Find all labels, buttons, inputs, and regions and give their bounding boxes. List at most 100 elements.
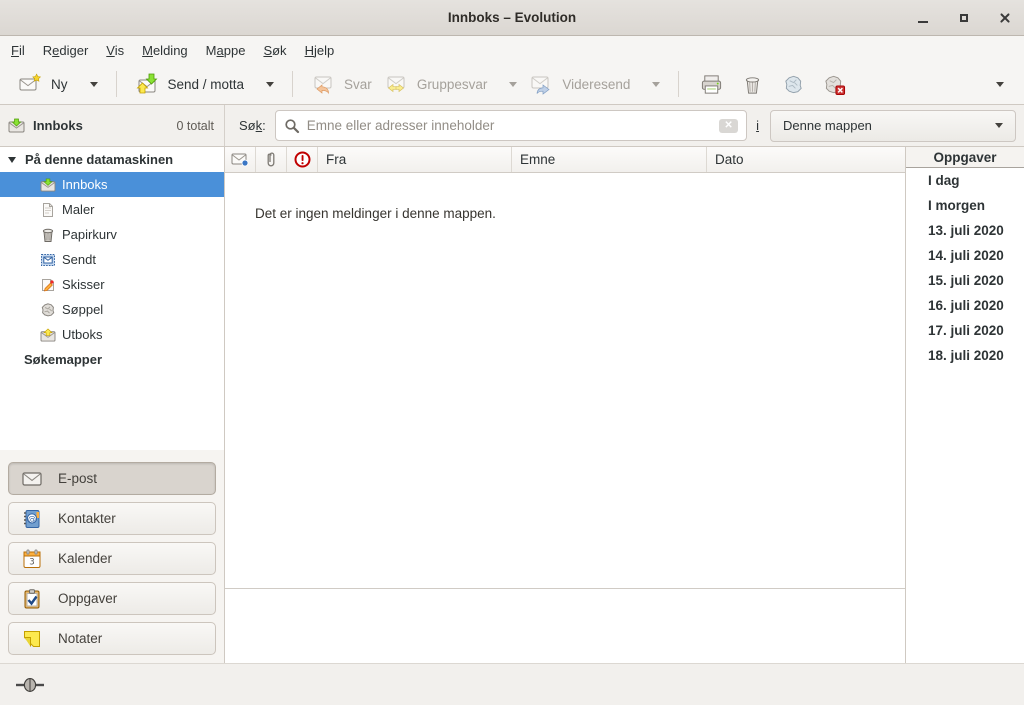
task-group-date[interactable]: 16. juli 2020: [906, 293, 1024, 318]
current-folder-info: Innboks 0 totalt: [0, 105, 225, 146]
menu-fil[interactable]: Fil: [2, 38, 34, 63]
task-group-today[interactable]: I dag: [906, 168, 1024, 193]
menu-sok[interactable]: Søk: [254, 38, 295, 63]
send-receive-icon: [135, 72, 159, 96]
evolution-window: Innboks – Evolution Fil Rediger Vis Meld…: [0, 0, 1024, 705]
switcher-calendar-button[interactable]: 3 Kalender: [8, 542, 216, 575]
online-status-plug-icon[interactable]: [15, 677, 45, 693]
task-group-date[interactable]: 13. juli 2020: [906, 218, 1024, 243]
task-group-date[interactable]: 15. juli 2020: [906, 268, 1024, 293]
contacts-icon: @: [21, 508, 43, 530]
folder-papirkurv[interactable]: Papirkurv: [0, 222, 224, 247]
inbox-icon: [40, 178, 56, 192]
search-input[interactable]: [307, 118, 712, 133]
current-folder-name: Innboks: [33, 118, 83, 133]
task-group-date[interactable]: 18. juli 2020: [906, 343, 1024, 368]
window-controls: [916, 0, 1012, 35]
attachment-icon: [265, 151, 277, 168]
scope-combo-arrow: [995, 123, 1003, 128]
minimize-button[interactable]: [916, 11, 930, 25]
column-fra[interactable]: Fra: [318, 147, 512, 172]
folder-tree: På denne datamaskinen Innboks: [0, 147, 224, 450]
wastebasket-icon: [40, 227, 56, 243]
titlebar: Innboks – Evolution: [0, 0, 1024, 36]
search-scope-label: i: [756, 118, 759, 133]
account-group-on-this-computer[interactable]: På denne datamaskinen: [0, 147, 224, 172]
switcher-mail-button[interactable]: E-post: [8, 462, 216, 495]
column-priority[interactable]: [287, 147, 318, 172]
print-button[interactable]: [691, 69, 732, 100]
templates-icon: [40, 202, 56, 218]
delete-button[interactable]: [732, 69, 773, 100]
menu-vis[interactable]: Vis: [97, 38, 133, 63]
task-group-date[interactable]: 17. juli 2020: [906, 318, 1024, 343]
menu-melding[interactable]: Melding: [133, 38, 197, 63]
expander-icon[interactable]: [8, 157, 16, 163]
folder-maler[interactable]: Maler: [0, 197, 224, 222]
sent-icon: [40, 252, 56, 268]
new-message-icon: [18, 72, 42, 96]
junk-icon: [782, 73, 805, 96]
junk-button[interactable]: [773, 69, 814, 100]
menu-rediger[interactable]: Rediger: [34, 38, 98, 63]
folder-sendt[interactable]: Sendt: [0, 247, 224, 272]
column-attachment[interactable]: [256, 147, 287, 172]
send-receive-dropdown-arrow[interactable]: [266, 82, 274, 87]
search-scope-combo[interactable]: Denne mappen: [770, 110, 1016, 142]
maximize-button[interactable]: [957, 11, 971, 25]
folder-innboks[interactable]: Innboks: [0, 172, 224, 197]
folder-skisser[interactable]: Skisser: [0, 272, 224, 297]
task-group-date[interactable]: 14. juli 2020: [906, 243, 1024, 268]
junk-folder-icon: [40, 302, 56, 318]
switcher-tasks-button[interactable]: Oppgaver: [8, 582, 216, 615]
calendar-icon: 3: [21, 548, 43, 570]
tasks-panel-title[interactable]: Oppgaver: [906, 147, 1024, 168]
toolbar: Ny Send / motta: [0, 64, 1024, 105]
folder-utboks[interactable]: Utboks: [0, 322, 224, 347]
preview-pane[interactable]: [225, 588, 905, 663]
message-list-pane: Fra Emne Dato Det er ingen meldinger i d…: [225, 147, 906, 663]
new-message-button[interactable]: Ny: [12, 69, 104, 99]
search-label: Søk:: [239, 118, 266, 133]
column-emne[interactable]: Emne: [512, 147, 707, 172]
mail-icon: [21, 468, 43, 490]
window-title: Innboks – Evolution: [448, 10, 576, 25]
message-list-body[interactable]: Det er ingen meldinger i denne mappen.: [225, 173, 905, 588]
inbox-icon: [8, 118, 25, 133]
outbox-icon: [40, 328, 56, 342]
forward-dropdown-arrow[interactable]: [652, 82, 660, 87]
message-list-header: Fra Emne Dato: [225, 147, 905, 173]
folder-soppel[interactable]: Søppel: [0, 297, 224, 322]
priority-icon: [294, 151, 311, 168]
not-junk-button[interactable]: [814, 69, 855, 100]
menu-hjelp[interactable]: Hjelp: [296, 38, 344, 63]
group-reply-dropdown-arrow[interactable]: [509, 82, 517, 87]
reply-button[interactable]: Svar: [305, 69, 378, 99]
print-icon: [700, 73, 723, 96]
column-dato[interactable]: Dato: [707, 147, 905, 172]
send-receive-button[interactable]: Send / motta: [129, 69, 281, 99]
toolbar-separator: [292, 71, 293, 97]
toolbar-overflow-arrow[interactable]: [996, 82, 1004, 87]
menu-mappe[interactable]: Mappe: [197, 38, 255, 63]
clear-search-icon[interactable]: ✕: [719, 119, 738, 133]
column-read-status[interactable]: [225, 147, 256, 172]
group-sokemapper[interactable]: Søkemapper: [0, 347, 224, 372]
new-dropdown-arrow[interactable]: [90, 82, 98, 87]
group-reply-button[interactable]: Gruppesvar: [378, 69, 524, 99]
close-button[interactable]: [998, 11, 1012, 25]
switcher-contacts-button[interactable]: @ Kontakter: [8, 502, 216, 535]
search-icon: [284, 118, 300, 134]
forward-button[interactable]: Videresend: [523, 69, 666, 99]
task-group-tomorrow[interactable]: I morgen: [906, 193, 1024, 218]
search-entry: ✕: [275, 110, 747, 141]
main-content: På denne datamaskinen Innboks: [0, 147, 1024, 663]
tasks-panel: Oppgaver I dag I morgen 13. juli 2020 14…: [906, 147, 1024, 663]
svg-text:3: 3: [29, 557, 34, 567]
group-reply-icon: [384, 72, 408, 96]
delete-icon: [741, 73, 764, 96]
svg-text:@: @: [28, 514, 36, 523]
switcher-memos-button[interactable]: Notater: [8, 622, 216, 655]
drafts-icon: [40, 277, 56, 293]
forward-icon: [529, 72, 553, 96]
